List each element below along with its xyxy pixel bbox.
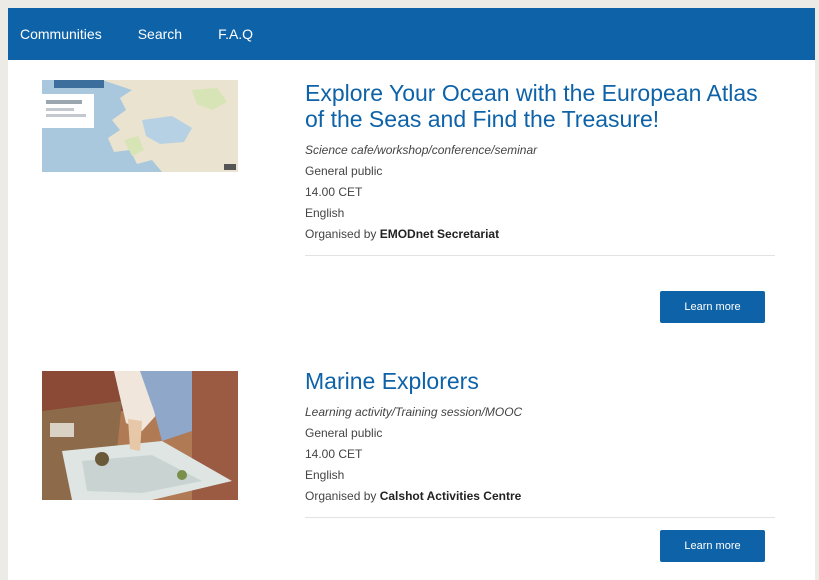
event-meta: Learning activity/Training session/MOOC … (305, 402, 775, 507)
organiser-prefix: Organised by (305, 489, 377, 503)
event-title[interactable]: Explore Your Ocean with the European Atl… (305, 80, 775, 132)
page-frame: Communities Search F.A.Q Explore Your Oc… (8, 8, 815, 580)
event-info: Explore Your Ocean with the European Atl… (305, 80, 775, 256)
event-language: English (305, 468, 345, 482)
top-navbar: Communities Search F.A.Q (8, 8, 815, 60)
event-organiser: Organised by Calshot Activities Centre (305, 486, 775, 507)
nav-communities[interactable]: Communities (20, 26, 102, 42)
event-info: Marine Explorers Learning activity/Train… (305, 368, 775, 518)
learn-more-button[interactable]: Learn more (660, 530, 765, 562)
event-time: 14.00 CET (305, 185, 363, 199)
organiser-name: Calshot Activities Centre (379, 489, 522, 503)
event-audience: General public (305, 164, 383, 178)
nav-faq[interactable]: F.A.Q (218, 26, 253, 42)
learn-more-button[interactable]: Learn more (660, 291, 765, 323)
event-language: English (305, 206, 345, 220)
event-meta: Science cafe/workshop/conference/seminar… (305, 140, 775, 245)
nav-search[interactable]: Search (138, 26, 182, 42)
organiser-prefix: Organised by (305, 227, 377, 241)
event-type: Science cafe/workshop/conference/seminar (305, 143, 538, 157)
event-divider (305, 517, 775, 518)
event-title[interactable]: Marine Explorers (305, 368, 775, 394)
photo-thumbnail-icon (42, 371, 238, 500)
event-type: Learning activity/Training session/MOOC (305, 405, 523, 419)
event-map-image[interactable] (42, 80, 238, 172)
event-divider (305, 255, 775, 256)
event-photo-image[interactable] (42, 371, 238, 500)
event-time: 14.00 CET (305, 447, 363, 461)
organiser-name: EMODnet Secretariat (379, 227, 500, 241)
event-organiser: Organised by EMODnet Secretariat (305, 224, 775, 245)
map-thumbnail-icon (42, 80, 238, 172)
event-audience: General public (305, 426, 383, 440)
